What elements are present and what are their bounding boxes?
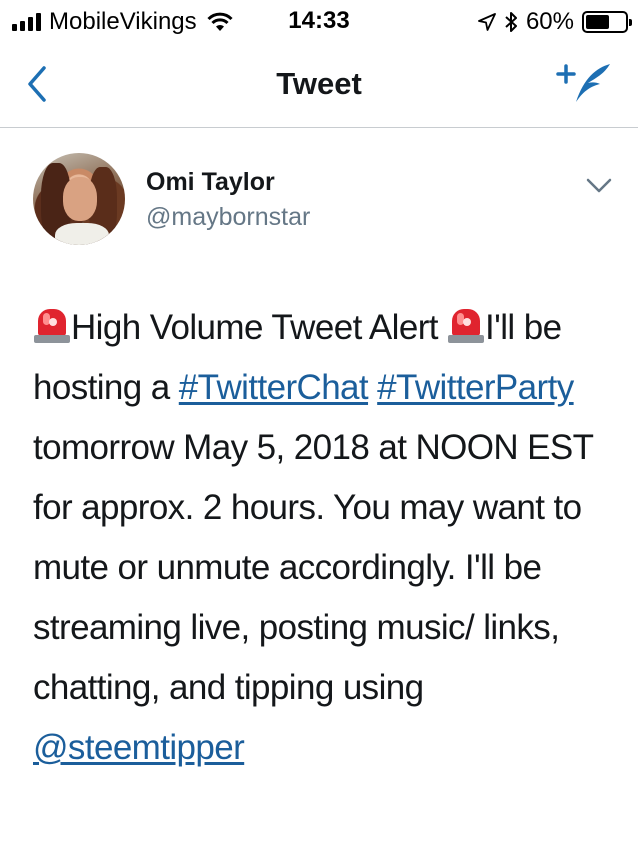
battery-fill [586,15,609,29]
battery-percent: 60% [525,8,574,35]
author-handle[interactable]: @maybornstar [146,203,310,232]
compose-tweet-icon[interactable] [556,60,616,108]
chevron-down-icon[interactable] [584,176,614,196]
author-name[interactable]: Omi Taylor [146,168,275,197]
location-arrow-icon [478,13,496,31]
avatar[interactable] [33,153,125,245]
hashtag-link[interactable]: #TwitterChat [179,368,369,407]
rotating-light-emoji [33,309,71,343]
tweet-text: High Volume Tweet Alert I'll be hosting … [33,298,618,778]
hashtag-link[interactable]: #TwitterParty [377,368,574,407]
status-right: 60% [478,8,632,36]
nav-bar: Tweet [0,40,638,128]
battery-icon [582,11,632,33]
bluetooth-icon [505,12,517,32]
page-title: Tweet [276,66,362,101]
mention-link[interactable]: @steemtipper [33,728,245,767]
rotating-light-emoji [447,309,485,343]
tweet-text-part: tomorrow May 5, 2018 at NOON EST for app… [33,428,593,707]
tweet-text-part: High Volume Tweet Alert [71,308,448,347]
status-bar: MobileVikings 14:33 60% [0,0,638,40]
